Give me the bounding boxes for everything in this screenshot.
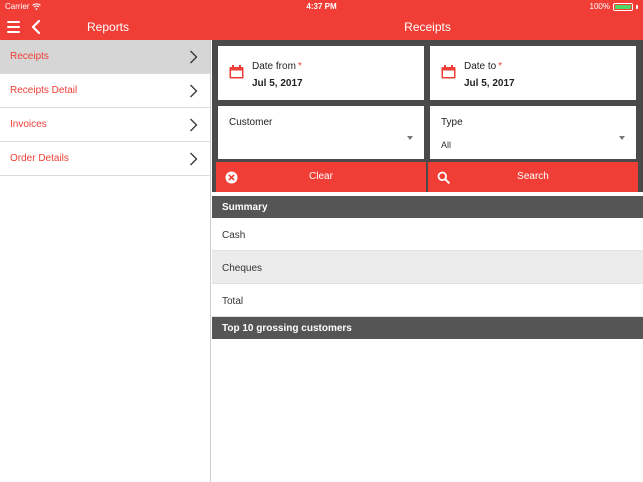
sidebar: Receipts Receipts Detail Invoices Order … bbox=[0, 40, 211, 482]
date-from-label: Date from * bbox=[252, 61, 302, 72]
chevron-right-icon bbox=[190, 152, 198, 166]
battery-percent: 100% bbox=[589, 2, 610, 11]
battery-info: 100% bbox=[590, 2, 638, 11]
sidebar-item-label: Receipts Detail bbox=[10, 85, 78, 96]
date-from-value: Jul 5, 2017 bbox=[252, 78, 303, 89]
dropdown-arrow-icon bbox=[619, 136, 625, 140]
filter-panel: Date from * Jul 5, 2017 Date to * Jul 5, 2… bbox=[212, 40, 643, 192]
date-to-field[interactable]: Date to * Jul 5, 2017 bbox=[430, 46, 636, 100]
date-to-value: Jul 5, 2017 bbox=[464, 78, 515, 89]
summary-row-cash: Cash bbox=[212, 218, 643, 251]
clear-label: Clear bbox=[309, 171, 333, 182]
calendar-icon bbox=[229, 65, 244, 79]
sidebar-item-receipts[interactable]: Receipts bbox=[0, 40, 210, 74]
sidebar-item-order-details[interactable]: Order Details bbox=[0, 142, 210, 176]
top-customers-header: Top 10 grossing customers bbox=[212, 317, 643, 339]
search-label: Search bbox=[517, 171, 549, 182]
row-label: Cash bbox=[222, 230, 246, 241]
reports-title: Reports bbox=[87, 20, 130, 34]
required-mark: * bbox=[498, 61, 503, 72]
dropdown-arrow-icon bbox=[407, 136, 413, 140]
row-label: Total bbox=[222, 296, 244, 307]
row-label: Cheques bbox=[222, 263, 263, 274]
summary-row-total: Total bbox=[212, 284, 643, 317]
date-to-label: Date to * bbox=[464, 61, 503, 72]
type-value: All bbox=[441, 140, 452, 150]
type-label: Type bbox=[441, 117, 463, 128]
sidebar-item-label: Order Details bbox=[10, 153, 69, 164]
customer-select[interactable]: Customer bbox=[218, 106, 424, 159]
calendar-icon bbox=[441, 65, 456, 79]
chevron-right-icon bbox=[190, 118, 198, 132]
type-select[interactable]: Type All bbox=[430, 106, 636, 159]
summary-row-cheques: Cheques bbox=[212, 251, 643, 284]
chevron-right-icon bbox=[190, 50, 198, 64]
page-title: Receipts bbox=[404, 20, 451, 34]
battery-icon bbox=[613, 2, 633, 11]
summary-title: Summary bbox=[222, 202, 268, 213]
battery-tip bbox=[636, 4, 638, 9]
search-button[interactable]: Search bbox=[428, 162, 638, 192]
sidebar-item-invoices[interactable]: Invoices bbox=[0, 108, 210, 142]
status-bar: Carrier 4:37 PM 100% bbox=[0, 0, 643, 14]
clear-button[interactable]: Clear bbox=[216, 162, 426, 192]
required-mark: * bbox=[297, 61, 302, 72]
top-customers-title: Top 10 grossing customers bbox=[222, 323, 352, 334]
status-time: 4:37 PM bbox=[306, 2, 337, 11]
main-panel: Date from * Jul 5, 2017 Date to * Jul 5, 2… bbox=[212, 40, 643, 482]
date-from-field[interactable]: Date from * Jul 5, 2017 bbox=[218, 46, 424, 100]
chevron-right-icon bbox=[190, 84, 198, 98]
summary-header: Summary bbox=[212, 196, 643, 218]
sidebar-item-label: Invoices bbox=[10, 119, 47, 130]
sidebar-item-label: Receipts bbox=[10, 51, 49, 62]
customer-label: Customer bbox=[229, 117, 273, 128]
sidebar-item-receipts-detail[interactable]: Receipts Detail bbox=[0, 74, 210, 108]
nav-left: Reports bbox=[0, 14, 211, 40]
hamburger-icon[interactable] bbox=[7, 21, 20, 33]
navigation-bar: Reports Receipts bbox=[0, 14, 643, 40]
chevron-left-icon[interactable] bbox=[30, 19, 42, 35]
